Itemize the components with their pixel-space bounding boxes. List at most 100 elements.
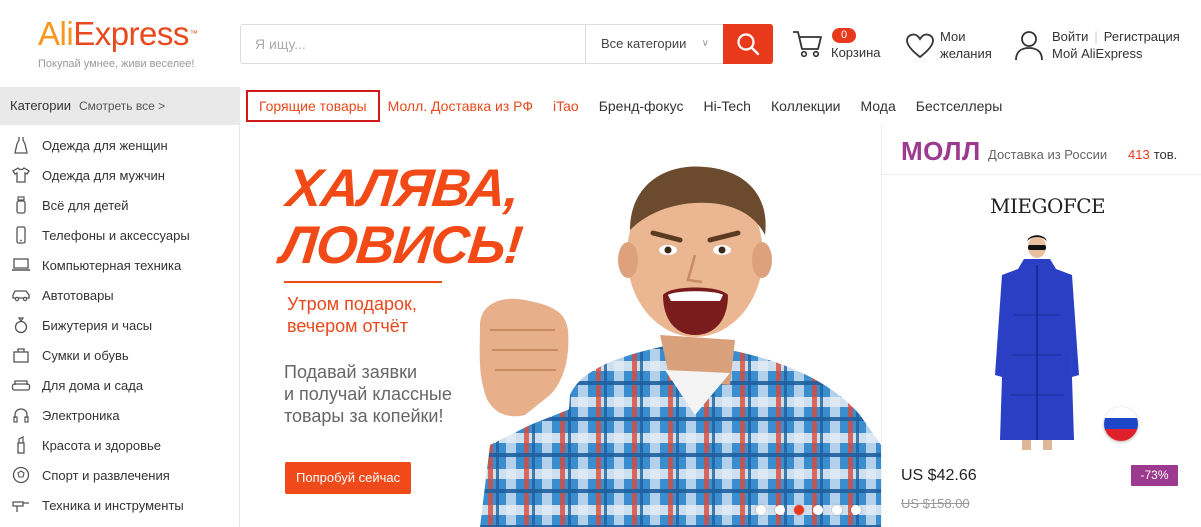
sidebar-item-tools[interactable]: Техника и инструменты xyxy=(0,490,239,520)
search-icon xyxy=(737,33,760,56)
promo-description-line1: Подавай заявки xyxy=(284,362,417,382)
sidebar-item-label: Всё для детей xyxy=(42,197,129,213)
carousel-dot[interactable] xyxy=(775,505,785,515)
try-now-button[interactable]: Попробуй сейчас xyxy=(285,462,412,494)
sidebar-item-beauty[interactable]: Красота и здоровье xyxy=(0,430,239,460)
search-category-label: Все категории xyxy=(601,36,687,51)
blue-coat-product-image[interactable] xyxy=(974,235,1104,450)
mall-count-number: 413 xyxy=(1128,147,1150,162)
promo-description-line3: товары за копейки! xyxy=(284,406,444,426)
mall-count-unit: тов. xyxy=(1153,147,1178,162)
sidebar-item-label: Красота и здоровье xyxy=(42,437,162,453)
search-category-select[interactable]: Все категории ∨ xyxy=(585,25,723,63)
carousel-dot[interactable] xyxy=(832,505,842,515)
product-old-price: US $158.00 xyxy=(901,496,970,511)
nav-link-fashion[interactable]: Мода xyxy=(860,98,895,114)
phone-icon xyxy=(11,225,31,245)
brand-logo: MIEGOFCE xyxy=(990,194,1106,218)
bag-icon xyxy=(11,345,31,365)
cart-count-badge: 0 xyxy=(832,28,856,43)
account-links: Войти | Регистрация xyxy=(1052,28,1180,45)
logo-ali: Ali xyxy=(38,15,74,52)
wishlist-button[interactable]: Мои желания xyxy=(905,28,1005,68)
account-separator: | xyxy=(1094,29,1098,44)
sidebar-item-label: Одежда для мужчин xyxy=(42,167,165,183)
sidebar-item-label: Электроника xyxy=(42,407,120,423)
car-icon xyxy=(11,285,31,305)
mall-subtitle: Доставка из России xyxy=(988,147,1108,162)
mall-product-count: 413 тов. xyxy=(1128,147,1177,162)
nav-link-mall[interactable]: Молл. Доставка из РФ xyxy=(388,98,533,114)
discount-badge: -73% xyxy=(1131,465,1178,486)
register-link[interactable]: Регистрация xyxy=(1104,29,1180,44)
sidebar-item-bags-shoes[interactable]: Сумки и обувь xyxy=(0,340,239,370)
sidebar-item-label: Автотовары xyxy=(42,287,114,303)
promo-subtitle-line1: Утром подарок, xyxy=(287,294,417,314)
cart-button[interactable]: 0 Корзина xyxy=(792,27,892,67)
carousel-dot[interactable] xyxy=(756,505,766,515)
sofa-icon xyxy=(11,375,31,395)
nav-link-collections[interactable]: Коллекции xyxy=(771,98,841,114)
logo-express: Express xyxy=(73,15,189,52)
headphones-icon xyxy=(11,405,31,425)
nav-link-itao[interactable]: iTao xyxy=(553,98,579,114)
tools-icon xyxy=(11,495,31,515)
sidebar-item-electronics[interactable]: Электроника xyxy=(0,400,239,430)
nav-link-hi-tech[interactable]: Hi-Tech xyxy=(703,98,750,114)
chevron-down-icon: ∨ xyxy=(701,38,709,49)
sidebar-item-phones[interactable]: Телефоны и аксессуары xyxy=(0,220,239,250)
russia-flag-icon xyxy=(1104,407,1138,441)
account-menu: Войти | Регистрация Мой AliExpress xyxy=(1014,28,1194,68)
carousel-dot-active[interactable] xyxy=(794,505,804,515)
sidebar-item-label: Одежда для женщин xyxy=(42,137,168,153)
nav-link-hot-deals[interactable]: Горящие товары xyxy=(246,90,380,122)
search-button[interactable] xyxy=(723,24,773,64)
sidebar-item-jewelry[interactable]: Бижутерия и часы xyxy=(0,310,239,340)
logo-tm: ™ xyxy=(189,29,198,38)
category-sidebar: Одежда для женщин Одежда для мужчин Всё … xyxy=(0,125,240,527)
promo-divider xyxy=(284,281,442,283)
login-link[interactable]: Войти xyxy=(1052,29,1088,44)
my-aliexpress-link[interactable]: Мой AliExpress xyxy=(1052,45,1143,62)
ball-icon xyxy=(11,465,31,485)
sidebar-item-sport[interactable]: Спорт и развлечения xyxy=(0,460,239,490)
sidebar-item-label: Бижутерия и часы xyxy=(42,317,153,333)
mall-header[interactable]: МОЛЛ Доставка из России 413 тов. xyxy=(882,125,1201,175)
wishlist-label-line2: желания xyxy=(940,46,992,61)
sidebar-item-home-garden[interactable]: Для дома и сада xyxy=(0,370,239,400)
promo-description: Подавай заявки и получай классные товары… xyxy=(284,361,452,427)
lipstick-icon xyxy=(11,435,31,455)
sidebar-item-women-clothing[interactable]: Одежда для женщин xyxy=(0,130,239,160)
carousel-dot[interactable] xyxy=(851,505,861,515)
nav-link-brand-focus[interactable]: Бренд-фокус xyxy=(599,98,684,114)
ring-icon xyxy=(11,315,31,335)
sidebar-item-computers[interactable]: Компьютерная техника xyxy=(0,250,239,280)
heart-icon xyxy=(906,33,934,59)
cart-label: Корзина xyxy=(831,45,881,60)
baby-bottle-icon xyxy=(11,195,31,215)
promo-subtitle: Утром подарок, вечером отчёт xyxy=(287,293,417,337)
carousel-dot[interactable] xyxy=(813,505,823,515)
sidebar-item-men-clothing[interactable]: Одежда для мужчин xyxy=(0,160,239,190)
sidebar-item-auto[interactable]: Автотовары xyxy=(0,280,239,310)
top-nav: Горящие товары Молл. Доставка из РФ iTao… xyxy=(246,87,1022,125)
promo-banner[interactable]: ХАЛЯВА, ЛОВИСЬ! Утром подарок, вечером о… xyxy=(240,125,881,527)
header: AliExpress™ Покупай умнее, живи веселее!… xyxy=(0,0,1201,87)
promo-subtitle-line2: вечером отчёт xyxy=(287,316,409,336)
sidebar-item-label: Компьютерная техника xyxy=(42,257,182,273)
sidebar-item-label: Телефоны и аксессуары xyxy=(42,227,190,243)
product-price: US $42.66 xyxy=(901,467,977,484)
navigation-row: Категории Смотреть все > Горящие товары М… xyxy=(0,87,1201,125)
aliexpress-logo[interactable]: AliExpress™ Покупай умнее, живи веселее! xyxy=(38,15,198,71)
sidebar-item-kids[interactable]: Всё для детей xyxy=(0,190,239,220)
see-all-categories-link[interactable]: Смотреть все > xyxy=(79,99,165,113)
carousel-dots xyxy=(756,505,870,515)
promo-description-line2: и получай классные xyxy=(284,384,452,404)
search-input[interactable] xyxy=(241,25,584,63)
dress-icon xyxy=(11,135,31,155)
mall-panel: МОЛЛ Доставка из России 413 тов. MIEGOFCE… xyxy=(881,125,1201,527)
sidebar-item-label: Сумки и обувь xyxy=(42,347,129,363)
nav-link-bestsellers[interactable]: Бестселлеры xyxy=(916,98,1003,114)
sidebar-item-label: Для дома и сада xyxy=(42,377,144,393)
categories-header: Категории Смотреть все > xyxy=(0,87,240,125)
